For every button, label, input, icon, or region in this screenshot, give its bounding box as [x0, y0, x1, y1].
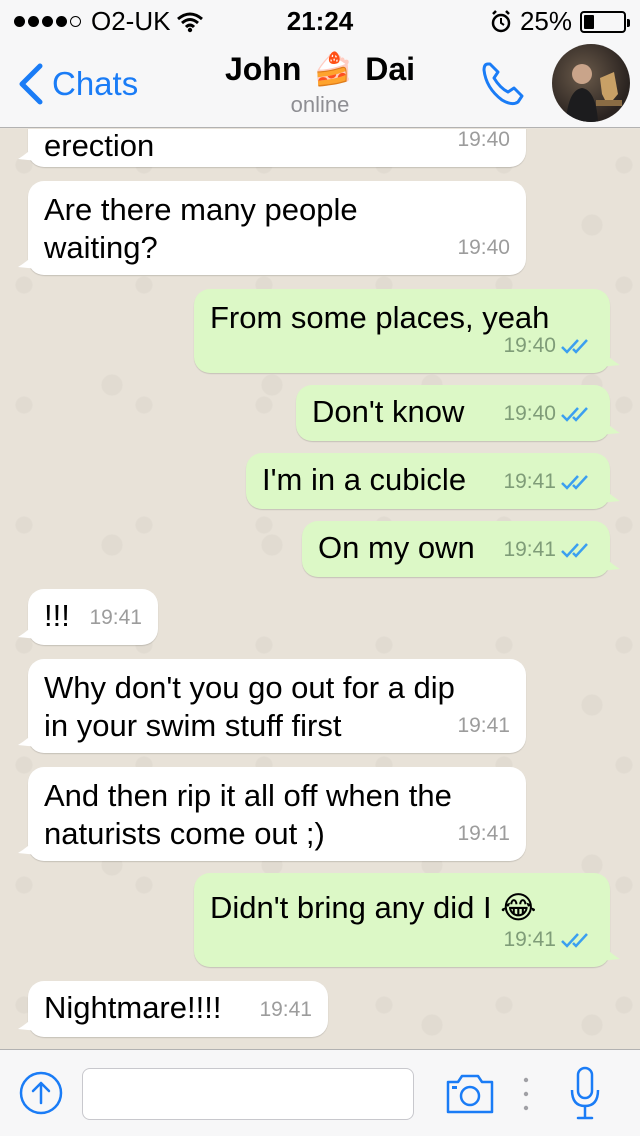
- message-time: 19:41: [503, 470, 556, 493]
- message-outgoing[interactable]: On my own 19:41: [302, 521, 620, 577]
- message-time: 19:40: [503, 334, 556, 357]
- message-text: erection: [44, 129, 155, 163]
- input-bar: [0, 1049, 640, 1136]
- contact-last-name: Dai: [365, 50, 416, 87]
- message-incoming[interactable]: Why don't you go out for a dip in your s…: [18, 659, 526, 753]
- message-outgoing[interactable]: From some places, yeah 19:40: [194, 289, 620, 373]
- more-dots-icon[interactable]: [522, 1076, 530, 1112]
- alarm-icon: [491, 9, 511, 32]
- read-ticks-icon: [561, 475, 588, 490]
- contact-header[interactable]: John 🍰 Dai online: [160, 50, 480, 118]
- read-ticks-icon: [561, 339, 588, 354]
- phone-icon[interactable]: [478, 58, 528, 108]
- contact-first-name: John: [224, 50, 302, 87]
- message-time: 19:41: [89, 606, 142, 629]
- bubble-tail: [18, 729, 38, 747]
- message-outgoing[interactable]: Didn't bring any did I 😂 19:41: [194, 873, 620, 967]
- bubble-tail: [600, 417, 620, 435]
- status-bar: O2-UK 21:24 25%: [0, 0, 640, 40]
- message-incoming[interactable]: Are there many people waiting? 19:40: [18, 181, 526, 275]
- bubble-tail: [600, 943, 620, 961]
- message-text-line: in your swim stuff first: [44, 708, 342, 743]
- bubble-tail: [18, 251, 38, 269]
- message-incoming[interactable]: erection 19:40: [18, 129, 526, 167]
- message-incoming[interactable]: !!! 19:41: [18, 589, 158, 645]
- bubble-tail: [600, 349, 620, 367]
- back-button[interactable]: Chats: [14, 62, 138, 106]
- chat-area[interactable]: erection 19:40 Are there many people wai…: [0, 129, 640, 1049]
- message-input[interactable]: [82, 1068, 414, 1120]
- message-text-line: waiting?: [44, 230, 158, 265]
- message-text-line: Are there many people: [44, 192, 358, 227]
- contact-avatar[interactable]: [552, 44, 630, 122]
- back-button-label: Chats: [52, 65, 139, 102]
- message-time: 19:41: [457, 822, 510, 845]
- battery-icon: [580, 10, 630, 33]
- bubble-tail: [18, 621, 38, 639]
- microphone-icon[interactable]: [568, 1066, 602, 1122]
- message-time: 19:41: [503, 538, 556, 561]
- message-outgoing[interactable]: Don't know 19:40: [296, 385, 620, 441]
- message-text-line: naturists come out ;): [44, 816, 325, 851]
- battery-percent: 25%: [519, 6, 572, 36]
- chevron-left-icon: [19, 63, 43, 105]
- message-time: 19:41: [457, 714, 510, 737]
- bubble-tail: [18, 837, 38, 855]
- status-right: 25%: [490, 6, 630, 37]
- bubble-tail: [18, 143, 38, 161]
- avatar-photo: [566, 64, 622, 122]
- bubble-tail: [600, 485, 620, 503]
- contact-status: online: [290, 92, 350, 117]
- read-ticks-icon: [561, 543, 588, 558]
- message-incoming[interactable]: And then rip it all off when the naturis…: [18, 767, 526, 861]
- read-ticks-icon: [561, 407, 588, 422]
- nav-bar: Chats John 🍰 Dai online: [0, 40, 640, 128]
- message-time: 19:40: [503, 402, 556, 425]
- message-text-line: And then rip it all off when the: [44, 778, 452, 813]
- arrow-up-circle-icon[interactable]: [18, 1070, 64, 1116]
- bubble-tail: [18, 1013, 38, 1031]
- camera-icon[interactable]: [444, 1070, 496, 1116]
- message-time: 19:41: [503, 928, 556, 951]
- message-time: 19:40: [457, 236, 510, 259]
- message-text-line: Why don't you go out for a dip: [44, 670, 455, 705]
- cake-emoji-icon: 🍰: [313, 51, 354, 87]
- message-time: 19:41: [259, 998, 312, 1021]
- read-ticks-icon: [561, 933, 588, 948]
- bubble-tail: [600, 553, 620, 571]
- message-incoming[interactable]: Nightmare!!!! 19:41: [18, 981, 328, 1037]
- message-time: 19:40: [457, 129, 510, 151]
- contact-name: John 🍰 Dai: [160, 50, 480, 88]
- message-outgoing[interactable]: I'm in a cubicle 19:41: [246, 453, 620, 509]
